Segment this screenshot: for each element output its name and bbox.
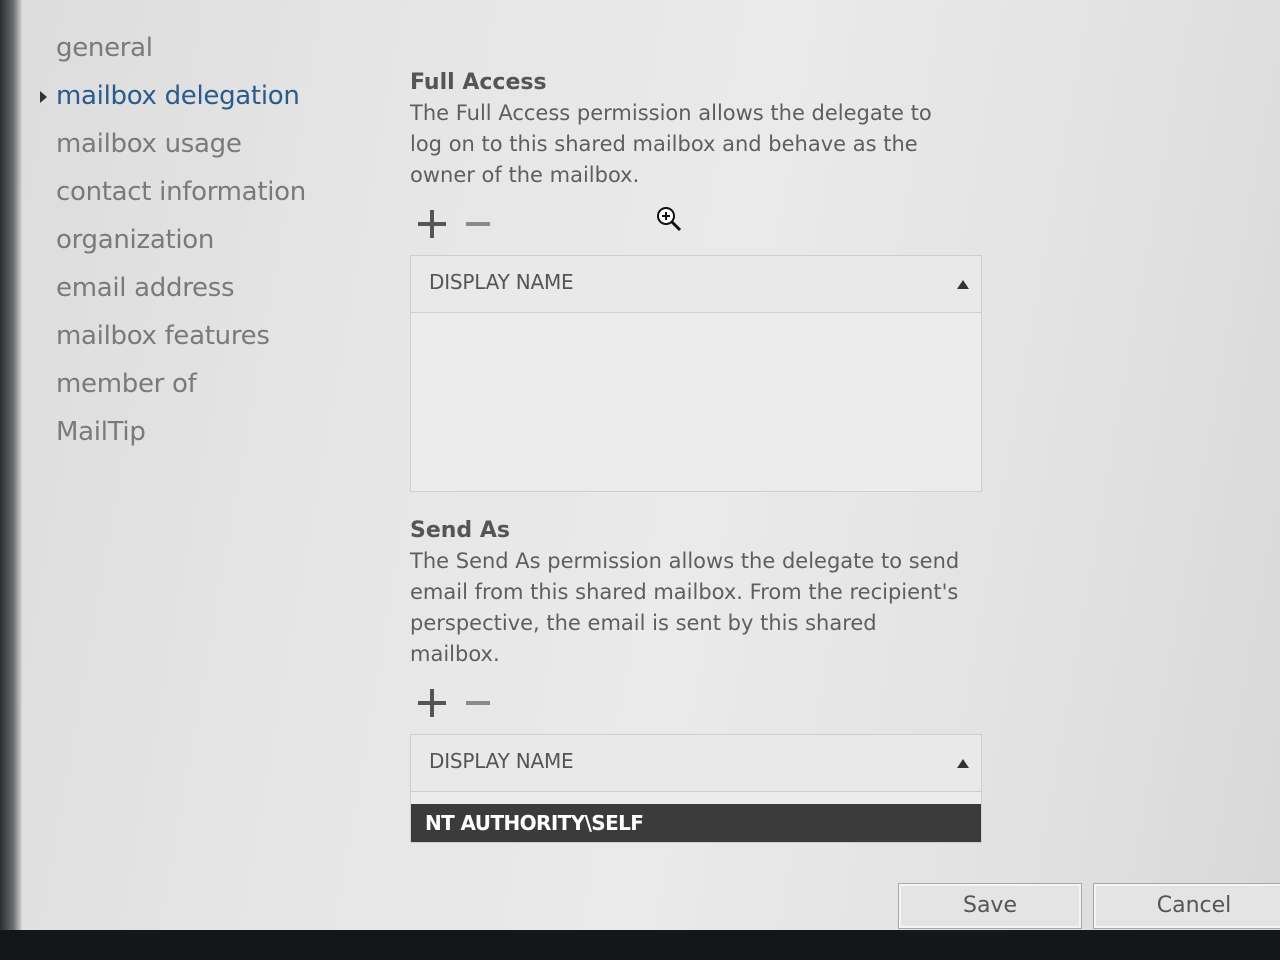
full-access-section: Full Access The Full Access permission a… [410,68,990,492]
send-as-list: NT AUTHORITY\SELF [411,792,981,842]
plus-icon[interactable] [414,684,450,724]
column-header-display-name[interactable]: DISPLAY NAME [429,749,574,773]
send-as-description: The Send As permission allows the delega… [410,549,960,666]
send-as-section: Send As The Send As permission allows th… [410,516,990,843]
full-access-description: The Full Access permission allows the de… [410,101,932,187]
full-access-title: Full Access [410,70,547,95]
table-header: DISPLAY NAME [411,256,981,313]
send-as-title: Send As [410,518,510,543]
sidebar-item-label: general [56,33,153,63]
sidebar-item-label: mailbox features [56,321,270,351]
full-access-table: DISPLAY NAME [410,255,982,492]
chevron-right-icon [40,91,47,103]
zoom-in-cursor-icon [657,207,682,232]
sidebar-item-label: organization [56,225,215,255]
full-access-list[interactable] [411,313,981,491]
sidebar-item-label: member of [56,369,197,399]
monitor-bezel [0,0,22,932]
save-button[interactable]: Save [898,883,1082,929]
delegation-panel: Full Access The Full Access permission a… [410,68,990,843]
sidebar-item-label: contact information [56,177,306,207]
sidebar-nav: general mailbox delegation mailbox usage… [40,28,340,460]
sidebar-item-member-of[interactable]: member of [40,364,340,412]
sidebar-item-label: email address [56,273,235,303]
column-header-display-name[interactable]: DISPLAY NAME [429,270,574,294]
sidebar-item-label: mailbox usage [56,129,242,159]
minus-icon[interactable] [462,205,498,245]
sidebar-item-mailbox-usage[interactable]: mailbox usage [40,124,340,172]
table-row[interactable]: NT AUTHORITY\SELF [411,804,981,842]
minus-icon[interactable] [462,684,498,724]
sidebar-item-mailtip[interactable]: MailTip [40,412,340,460]
sidebar-item-contact-information[interactable]: contact information [40,172,340,220]
sidebar-item-email-address[interactable]: email address [40,268,340,316]
plus-icon[interactable] [414,205,450,245]
screen: general mailbox delegation mailbox usage… [0,0,1280,932]
sort-ascending-icon[interactable] [957,280,969,289]
sidebar-item-organization[interactable]: organization [40,220,340,268]
sidebar-item-label: MailTip [56,417,146,447]
sort-ascending-icon[interactable] [957,759,969,768]
sidebar-item-mailbox-features[interactable]: mailbox features [40,316,340,364]
send-as-toolbar [410,684,990,734]
taskbar [0,930,1280,960]
cancel-button[interactable]: Cancel [1093,883,1280,929]
full-access-toolbar [410,205,990,255]
send-as-table: DISPLAY NAME NT AUTHORITY\SELF [410,734,982,843]
sidebar-item-mailbox-delegation[interactable]: mailbox delegation [40,76,340,124]
sidebar-item-general[interactable]: general [40,28,340,76]
table-header: DISPLAY NAME [411,735,981,792]
sidebar-item-label: mailbox delegation [56,81,300,111]
